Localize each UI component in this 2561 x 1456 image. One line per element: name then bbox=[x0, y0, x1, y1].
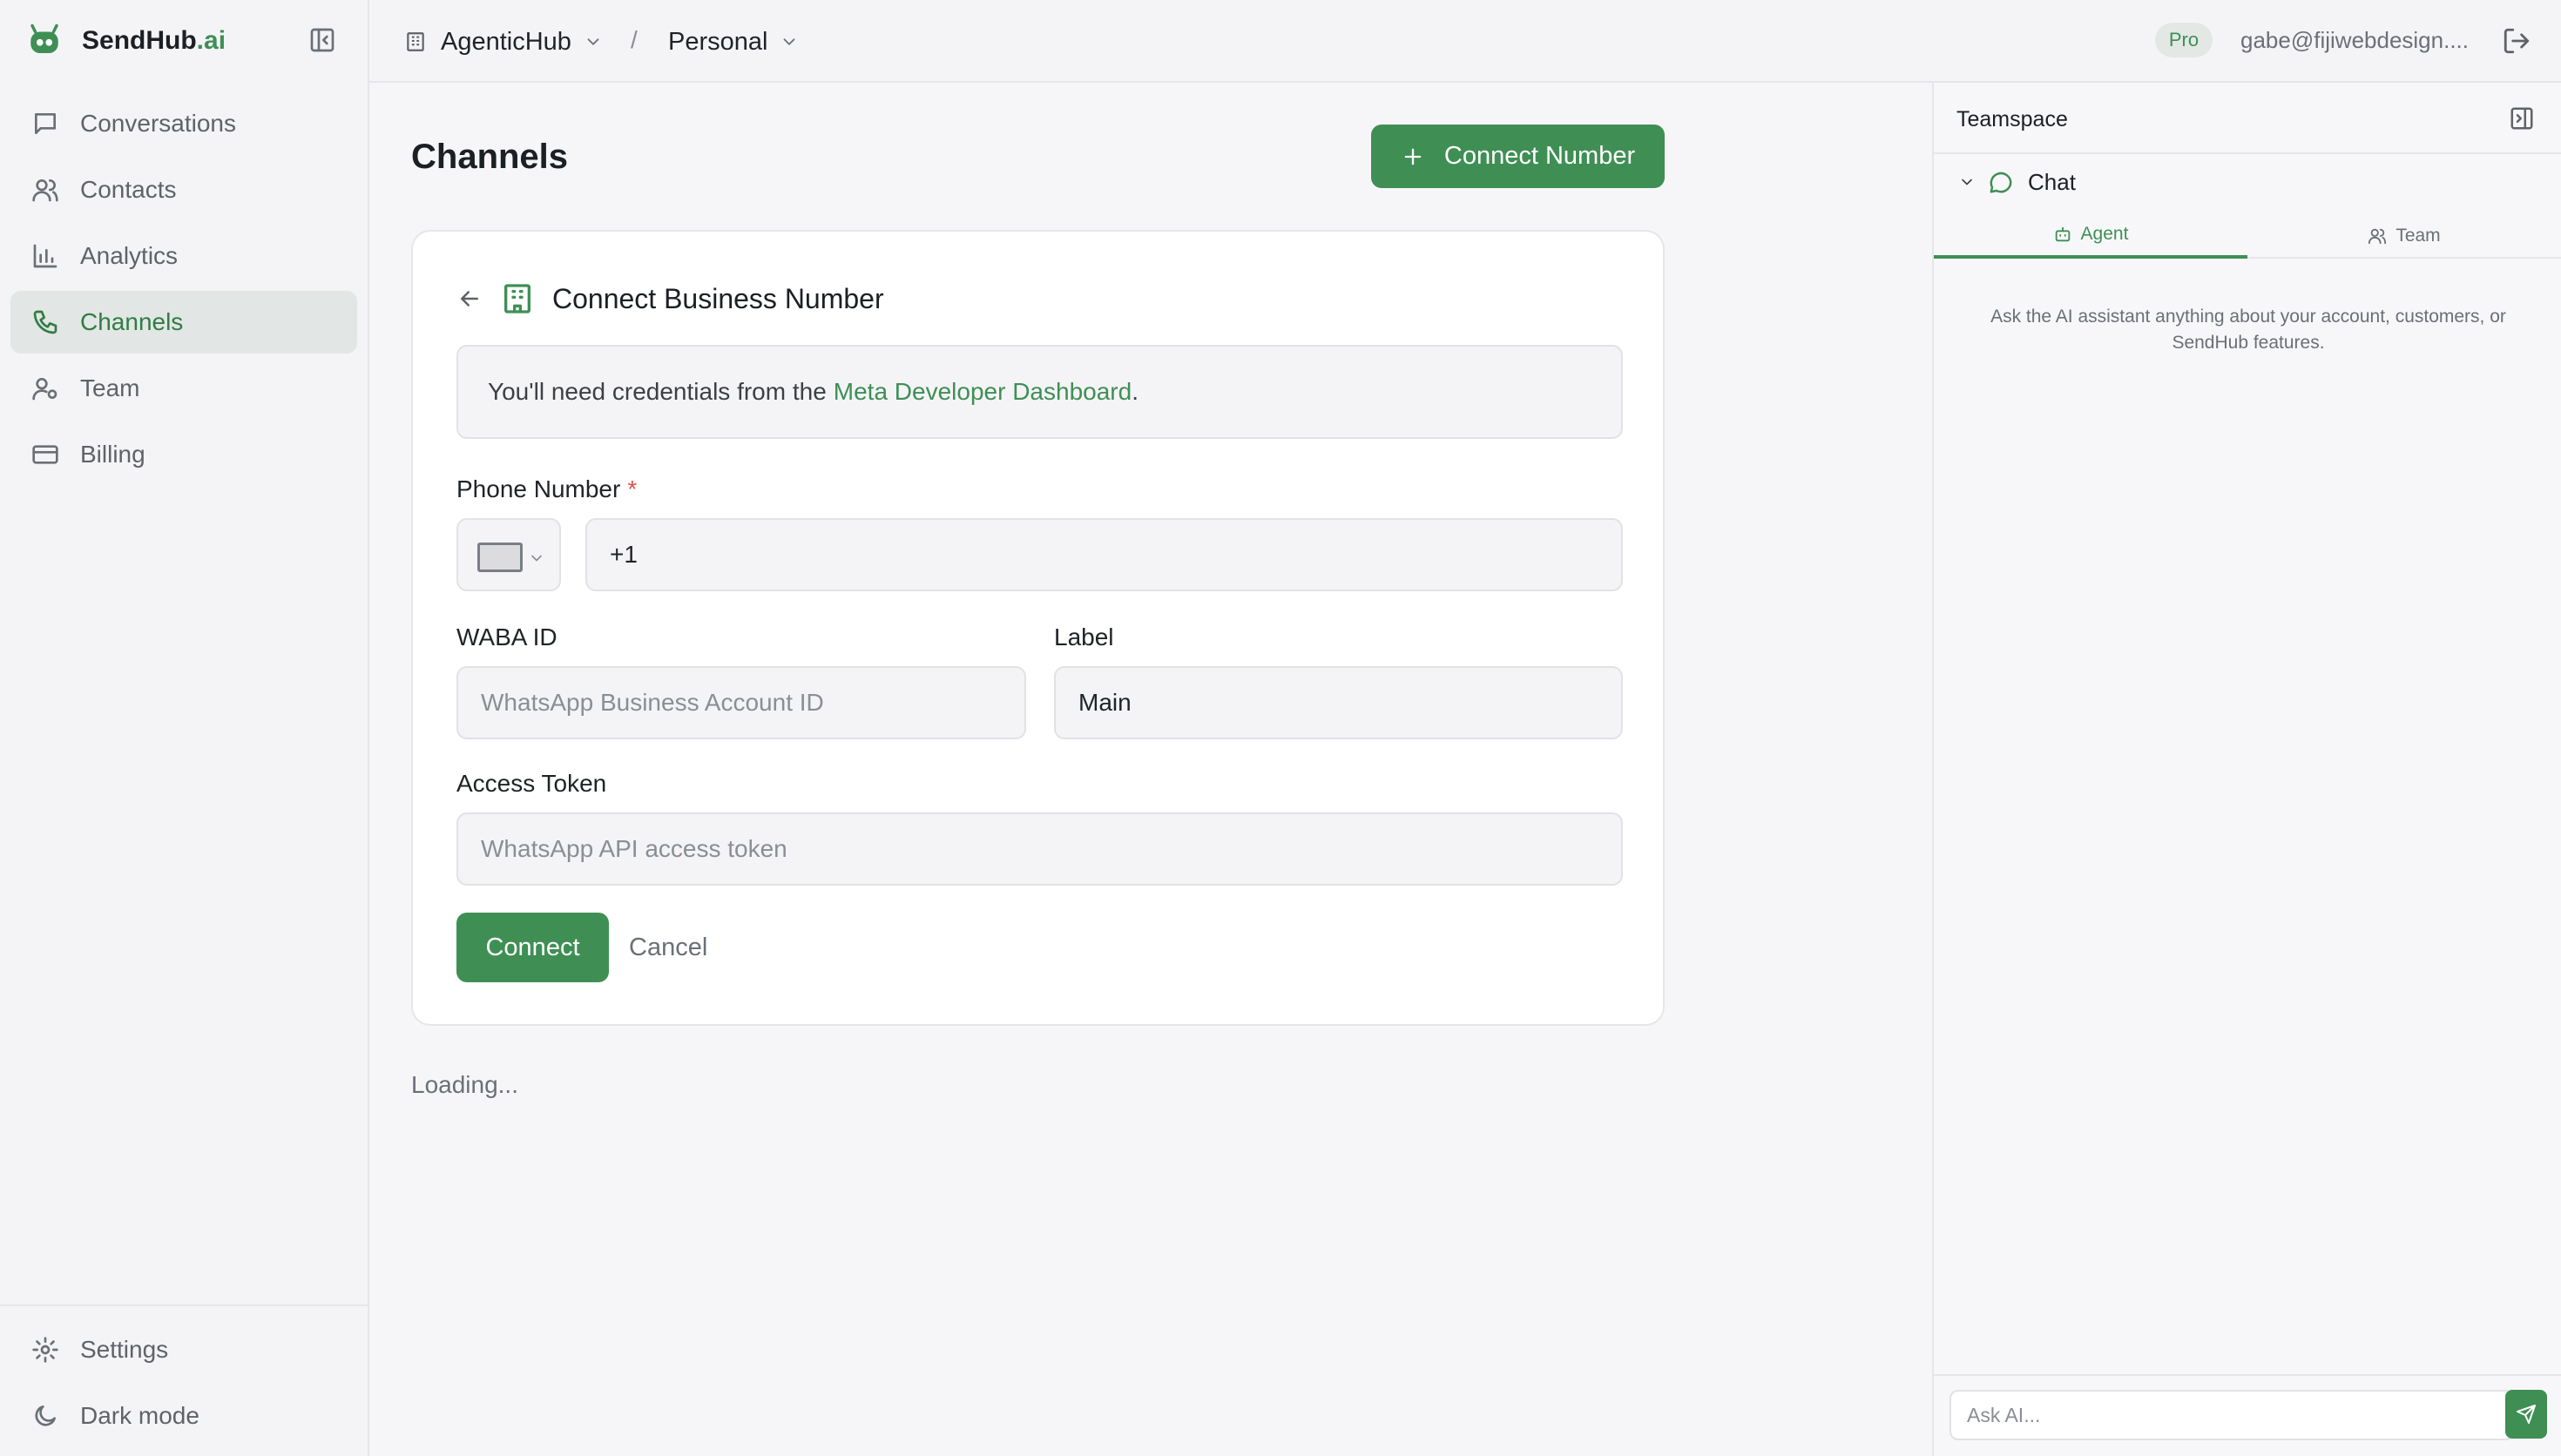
sidebar-item-label: Settings bbox=[80, 1336, 169, 1363]
credentials-notice: You'll need credentials from the Meta De… bbox=[456, 345, 1623, 439]
assistant-hint: Ask the AI assistant anything about your… bbox=[1990, 307, 2506, 353]
chevron-down-icon bbox=[528, 549, 545, 567]
brand-name: SendHub.ai bbox=[82, 26, 226, 55]
sidebar-item-conversations[interactable]: Conversations bbox=[10, 92, 357, 155]
divider bbox=[1934, 152, 2561, 154]
arrow-left-icon[interactable] bbox=[456, 286, 483, 312]
robot-logo-icon bbox=[26, 23, 63, 59]
phone-icon bbox=[31, 308, 59, 336]
collapse-panel-icon[interactable] bbox=[2509, 105, 2535, 131]
sidebar-item-team[interactable]: Team bbox=[10, 357, 357, 420]
building-icon bbox=[500, 281, 535, 316]
connect-number-label: Connect Number bbox=[1443, 142, 1636, 170]
sidebar-item-label: Team bbox=[80, 374, 140, 401]
building-icon bbox=[404, 30, 427, 53]
waba-id-input[interactable]: WhatsApp Business Account ID bbox=[456, 666, 1026, 739]
sidebar-footer: Settings Dark mode bbox=[0, 1304, 368, 1451]
bar-chart-icon bbox=[31, 242, 59, 270]
chevron-down-icon bbox=[780, 32, 799, 51]
org-switcher[interactable]: AgenticHub bbox=[404, 24, 603, 59]
dark-mode-toggle[interactable]: Dark mode bbox=[10, 1385, 357, 1447]
sidebar-item-channels[interactable]: Channels bbox=[10, 291, 357, 354]
sidebar-item-analytics[interactable]: Analytics bbox=[10, 225, 357, 287]
org-name: AgenticHub bbox=[441, 27, 571, 56]
sidebar-nav: Conversations Contacts Analytics Channel… bbox=[10, 92, 357, 489]
chat-bubble-icon bbox=[31, 110, 59, 138]
chat-section-label: Chat bbox=[2028, 168, 2076, 195]
chevron-down-icon bbox=[584, 32, 603, 51]
notice-text: You'll need credentials from the bbox=[488, 378, 827, 405]
card-header: Connect Business Number bbox=[456, 279, 884, 319]
phone-number-label: Phone Number * bbox=[456, 475, 638, 502]
plan-badge: Pro bbox=[2155, 23, 2213, 57]
tab-agent[interactable]: Agent bbox=[1934, 213, 2247, 259]
sidebar-item-contacts[interactable]: Contacts bbox=[10, 158, 357, 221]
loading-text: Loading... bbox=[411, 1071, 518, 1098]
flag-icon bbox=[477, 543, 523, 572]
tab-label: Team bbox=[2395, 226, 2441, 246]
brand[interactable]: SendHub.ai bbox=[26, 19, 226, 63]
waba-id-label: WABA ID bbox=[456, 624, 557, 650]
cancel-button[interactable]: Cancel bbox=[629, 934, 707, 962]
send-icon bbox=[2516, 1404, 2537, 1425]
tab-label: Agent bbox=[2080, 224, 2129, 244]
credit-card-icon bbox=[31, 441, 59, 468]
gear-icon bbox=[31, 1336, 59, 1364]
breadcrumb-separator: / bbox=[631, 26, 638, 53]
send-button[interactable] bbox=[2505, 1390, 2547, 1439]
chat-section-toggle[interactable]: Chat bbox=[1958, 166, 2076, 198]
meta-dashboard-link[interactable]: Meta Developer Dashboard bbox=[834, 378, 1132, 406]
users-icon bbox=[31, 176, 59, 204]
card-title: Connect Business Number bbox=[552, 282, 884, 314]
plus-icon bbox=[1401, 145, 1425, 169]
sidebar-item-label: Billing bbox=[80, 441, 145, 468]
divider bbox=[1934, 1374, 2561, 1376]
sidebar: SendHub.ai Conversations Contacts Analyt… bbox=[0, 0, 369, 1456]
user-email[interactable]: gabe@fijiwebdesign.... bbox=[2240, 27, 2469, 54]
tab-team[interactable]: Team bbox=[2247, 213, 2561, 259]
label-input[interactable]: Main bbox=[1054, 666, 1623, 739]
logout-icon[interactable] bbox=[2502, 26, 2531, 56]
country-code-select[interactable] bbox=[456, 518, 561, 591]
panel-tabs: Agent Team bbox=[1934, 213, 2561, 259]
required-marker: * bbox=[627, 475, 638, 502]
users-icon bbox=[2368, 226, 2387, 246]
bot-icon bbox=[2053, 225, 2072, 244]
connect-button[interactable]: Connect bbox=[456, 913, 609, 982]
sidebar-item-settings[interactable]: Settings bbox=[10, 1318, 357, 1381]
panel-title: Teamspace bbox=[1956, 107, 2068, 131]
sidebar-item-label: Contacts bbox=[80, 176, 177, 203]
workspace-switcher[interactable]: Personal bbox=[668, 24, 799, 59]
sidebar-item-label: Conversations bbox=[80, 110, 236, 137]
top-bar: AgenticHub / Personal Pro gabe@fijiwebde… bbox=[369, 0, 2561, 83]
collapse-sidebar-icon[interactable] bbox=[308, 26, 336, 54]
teamspace-panel: Teamspace Chat Agent Team Ask the AI ass… bbox=[1932, 83, 2561, 1456]
access-token-label: Access Token bbox=[456, 770, 607, 797]
notice-suffix: . bbox=[1132, 378, 1139, 405]
user-cog-icon bbox=[31, 374, 59, 402]
page-title: Channels bbox=[411, 138, 569, 176]
sidebar-item-billing[interactable]: Billing bbox=[10, 423, 357, 486]
access-token-input[interactable]: WhatsApp API access token bbox=[456, 812, 1623, 886]
sidebar-item-label: Analytics bbox=[80, 242, 179, 269]
sidebar-item-label: Dark mode bbox=[80, 1402, 199, 1429]
connect-number-button[interactable]: Connect Number bbox=[1371, 125, 1665, 188]
connect-business-number-card: Connect Business Number You'll need cred… bbox=[411, 230, 1665, 1026]
phone-number-input[interactable]: +1 bbox=[585, 518, 1623, 591]
label-field-label: Label bbox=[1054, 624, 1114, 650]
ask-ai-input[interactable]: Ask AI... bbox=[1949, 1390, 2514, 1440]
chat-bubble-icon bbox=[1988, 169, 2014, 195]
moon-icon bbox=[31, 1402, 59, 1430]
workspace-name: Personal bbox=[668, 27, 768, 56]
chevron-down-icon bbox=[1958, 173, 1976, 191]
sidebar-item-label: Channels bbox=[80, 308, 184, 335]
